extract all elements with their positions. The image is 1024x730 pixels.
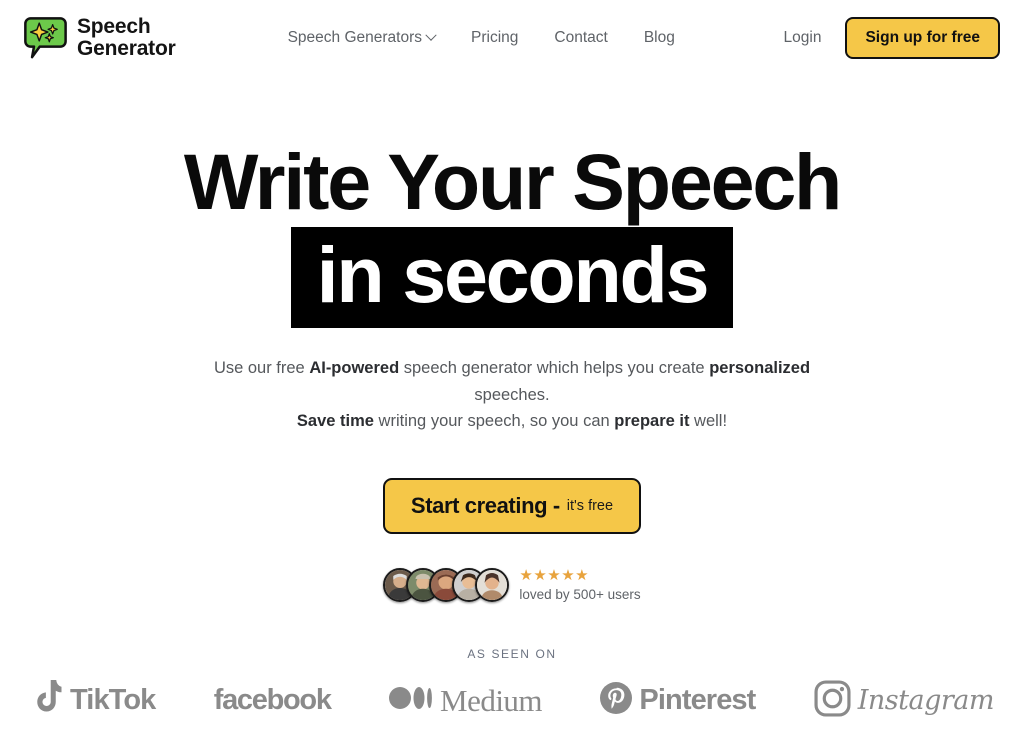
site-header: Speech Generator Speech Generators Prici…	[0, 0, 1024, 76]
brand-line-2: Generator	[77, 37, 176, 60]
hero-headline-line-1: Write Your Speech	[183, 137, 842, 226]
star-rating: ★★★★★	[519, 566, 590, 584]
login-link[interactable]: Login	[784, 29, 822, 47]
cta-wrapper: Start creating - it's free	[0, 477, 1024, 534]
nav-item-contact[interactable]: Contact	[554, 29, 607, 47]
social-proof-text-group: ★★★★★ loved by 500+ users	[519, 568, 640, 602]
subcopy-2b: writing your speech, so you can	[373, 411, 615, 430]
brand-logo-link[interactable]: Speech Generator	[22, 15, 176, 61]
avatar	[475, 567, 510, 602]
subcopy-1c: speech generator which helps you create	[399, 359, 710, 378]
subcopy-1b: AI-powered	[309, 359, 400, 378]
brand-line-1: Speech	[77, 14, 151, 38]
header-actions: Login Sign up for free	[784, 17, 1000, 59]
avatar-group	[383, 567, 510, 602]
brand-instagram: Instagram	[814, 680, 995, 722]
hero-headline-highlight: in seconds	[290, 226, 734, 329]
nav-item-blog[interactable]: Blog	[644, 29, 675, 47]
nav-label: Speech Generators	[287, 29, 422, 46]
speech-bubble-sparkle-icon	[22, 15, 68, 61]
tiktok-icon	[30, 679, 63, 722]
pinterest-wordmark: Pinterest	[639, 684, 756, 717]
pinterest-icon	[600, 682, 633, 719]
instagram-icon	[814, 680, 851, 722]
subcopy-1e: speeches.	[474, 385, 550, 404]
nav-label: Contact	[554, 29, 608, 46]
facebook-wordmark: facebook	[213, 684, 332, 717]
brand-facebook: facebook	[213, 684, 332, 717]
social-proof-caption: loved by 500+ users	[519, 586, 641, 602]
medium-icon	[389, 686, 433, 715]
social-proof: ★★★★★ loved by 500+ users	[0, 567, 1024, 602]
nav-item-speech-generators[interactable]: Speech Generators	[287, 29, 437, 47]
hero-subcopy: Use our free AI-powered speech generator…	[192, 355, 832, 433]
as-seen-on-label: AS SEEN ON	[467, 646, 557, 661]
medium-wordmark: Medium	[440, 683, 543, 719]
instagram-wordmark: Instagram	[857, 685, 995, 717]
cta-main-label: Start creating -	[410, 492, 560, 518]
subcopy-1a: Use our free	[213, 359, 310, 378]
hero-section: Write Your Speech in seconds Use our fre…	[0, 76, 1024, 722]
brand-pinterest: Pinterest	[600, 682, 756, 719]
cta-sub-label: it's free	[566, 497, 614, 514]
hero-headline-line-2-wrap: in seconds	[0, 226, 1024, 329]
main-navigation: Speech Generators Pricing Contact Blog	[288, 29, 675, 47]
chevron-down-icon	[425, 29, 437, 41]
brand-wordmark: Speech Generator	[77, 14, 176, 61]
brand-logo-row: TikTok facebook Medium Pinterest Instagr…	[0, 679, 1024, 722]
nav-label: Blog	[643, 29, 675, 46]
subcopy-2c: prepare it	[614, 411, 690, 430]
signup-button[interactable]: Sign up for free	[845, 17, 1000, 59]
brand-medium: Medium	[389, 683, 543, 719]
subcopy-1d: personalized	[709, 359, 811, 378]
start-creating-button[interactable]: Start creating - it's free	[382, 477, 642, 534]
brand-tiktok: TikTok	[30, 679, 156, 722]
subcopy-2d: well!	[689, 411, 728, 430]
nav-label: Pricing	[471, 29, 519, 46]
tiktok-wordmark: TikTok	[70, 684, 156, 717]
nav-item-pricing[interactable]: Pricing	[471, 29, 518, 47]
subcopy-2a: Save time	[296, 411, 374, 430]
